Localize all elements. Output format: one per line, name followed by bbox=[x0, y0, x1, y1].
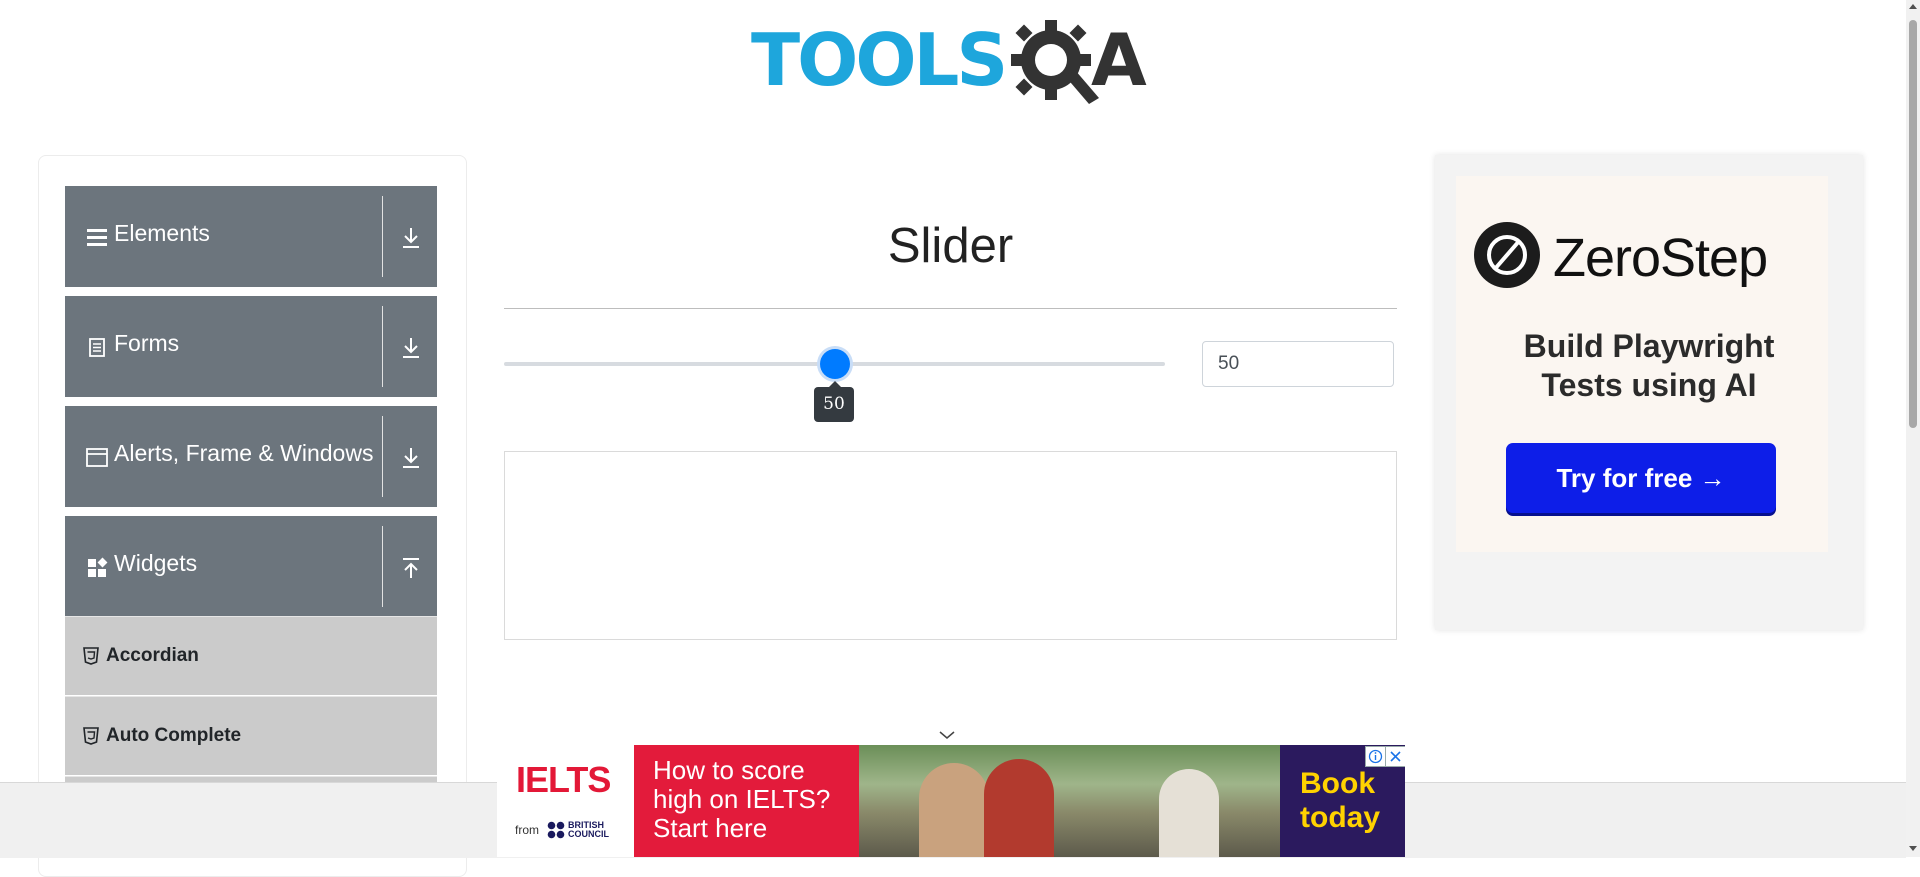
ad-placeholder-box bbox=[504, 451, 1397, 640]
logo-a-letter: A bbox=[1091, 18, 1147, 102]
try-for-free-button[interactable]: Try for free → bbox=[1506, 443, 1776, 513]
close-icon[interactable] bbox=[1385, 746, 1405, 767]
ad-headline-line1: How to score bbox=[653, 755, 805, 785]
slider-value-input[interactable] bbox=[1202, 341, 1394, 387]
ad-cta-line1: Book bbox=[1300, 767, 1375, 800]
sidebar-group-label: Widgets bbox=[114, 550, 198, 576]
page-scrollbar[interactable] bbox=[1906, 0, 1920, 857]
ad-headline-line1: Build Playwright bbox=[1523, 328, 1775, 364]
slider-tooltip: 50 bbox=[814, 381, 854, 422]
upload-icon[interactable] bbox=[397, 554, 425, 582]
divider bbox=[382, 416, 383, 497]
sidebar-item-label: Accordian bbox=[106, 645, 199, 666]
toolsqa-logo[interactable]: TOOLS A bbox=[751, 18, 1153, 114]
sidebar-group-forms[interactable]: Forms bbox=[65, 296, 437, 397]
sidebar-group-label: Elements bbox=[114, 220, 210, 246]
ad-headline-line3: Start here bbox=[653, 813, 768, 843]
sidebar-group-widgets[interactable]: Widgets bbox=[65, 516, 437, 617]
ad-from-label: from bbox=[515, 823, 539, 837]
ad-headline: Build Playwright Tests using AI bbox=[1435, 327, 1863, 405]
chevron-down-icon[interactable] bbox=[937, 728, 957, 742]
window-icon bbox=[86, 448, 108, 467]
sidebar-item-auto-complete[interactable]: Auto Complete bbox=[65, 696, 437, 775]
title-divider bbox=[504, 308, 1397, 309]
logo-text: TOOLS bbox=[751, 18, 1008, 102]
ad-headline: How to score high on IELTS? Start here bbox=[653, 756, 830, 843]
photo-person bbox=[1159, 769, 1219, 857]
ielts-logo: IELTS bbox=[516, 759, 611, 800]
ad-red-panel: How to score high on IELTS? Start here bbox=[634, 745, 859, 857]
widgets-icon bbox=[88, 557, 108, 577]
sidebar-group-alerts[interactable]: Alerts, Frame & Windows bbox=[65, 406, 437, 507]
html5-icon bbox=[83, 727, 99, 745]
british-council-logo: BRITISH COUNCIL bbox=[568, 821, 609, 839]
sidebar-group-label: Alerts, Frame & Windows bbox=[114, 440, 374, 466]
divider bbox=[382, 526, 383, 607]
adchoices-icon[interactable] bbox=[1365, 746, 1386, 767]
download-icon[interactable] bbox=[397, 334, 425, 362]
scroll-up-arrow-icon[interactable] bbox=[1909, 4, 1917, 9]
page-title: Slider bbox=[887, 219, 1014, 273]
british-council-dots-icon bbox=[547, 821, 565, 839]
photo-person bbox=[919, 763, 989, 857]
hamburger-icon bbox=[87, 229, 107, 246]
divider bbox=[382, 196, 383, 277]
sidebar-item-accordian[interactable]: Accordian bbox=[65, 616, 437, 695]
ielts-ad-banner[interactable]: IELTS from BRITISH COUNCIL How to score … bbox=[497, 745, 1405, 857]
ad-headline-line2: Tests using AI bbox=[1541, 367, 1757, 403]
zerostep-logo-icon bbox=[1474, 222, 1540, 288]
divider bbox=[382, 306, 383, 387]
ad-photo bbox=[859, 745, 1280, 857]
scroll-down-arrow-icon[interactable] bbox=[1909, 846, 1917, 851]
download-icon[interactable] bbox=[397, 224, 425, 252]
zerostep-ad[interactable]: ZeroStep Build Playwright Tests using AI… bbox=[1435, 155, 1863, 630]
ad-headline-line2: high on IELTS? bbox=[653, 784, 831, 814]
bc-line2: COUNCIL bbox=[568, 829, 609, 839]
ad-cta-line2: today bbox=[1300, 801, 1381, 834]
ad-brand: ZeroStep bbox=[1553, 228, 1768, 288]
document-icon bbox=[89, 338, 105, 357]
scrollbar-thumb[interactable] bbox=[1909, 20, 1917, 428]
sidebar: Elements Forms Alerts, Frame & Windows W… bbox=[38, 155, 467, 877]
slider-thumb[interactable] bbox=[820, 349, 850, 379]
ad-cta: Book today bbox=[1300, 767, 1380, 835]
html5-icon bbox=[83, 647, 99, 665]
download-icon[interactable] bbox=[397, 444, 425, 472]
sidebar-item-label: Auto Complete bbox=[106, 725, 242, 746]
sidebar-group-label: Forms bbox=[114, 330, 180, 356]
photo-person bbox=[984, 759, 1054, 857]
sidebar-group-elements[interactable]: Elements bbox=[65, 186, 437, 287]
